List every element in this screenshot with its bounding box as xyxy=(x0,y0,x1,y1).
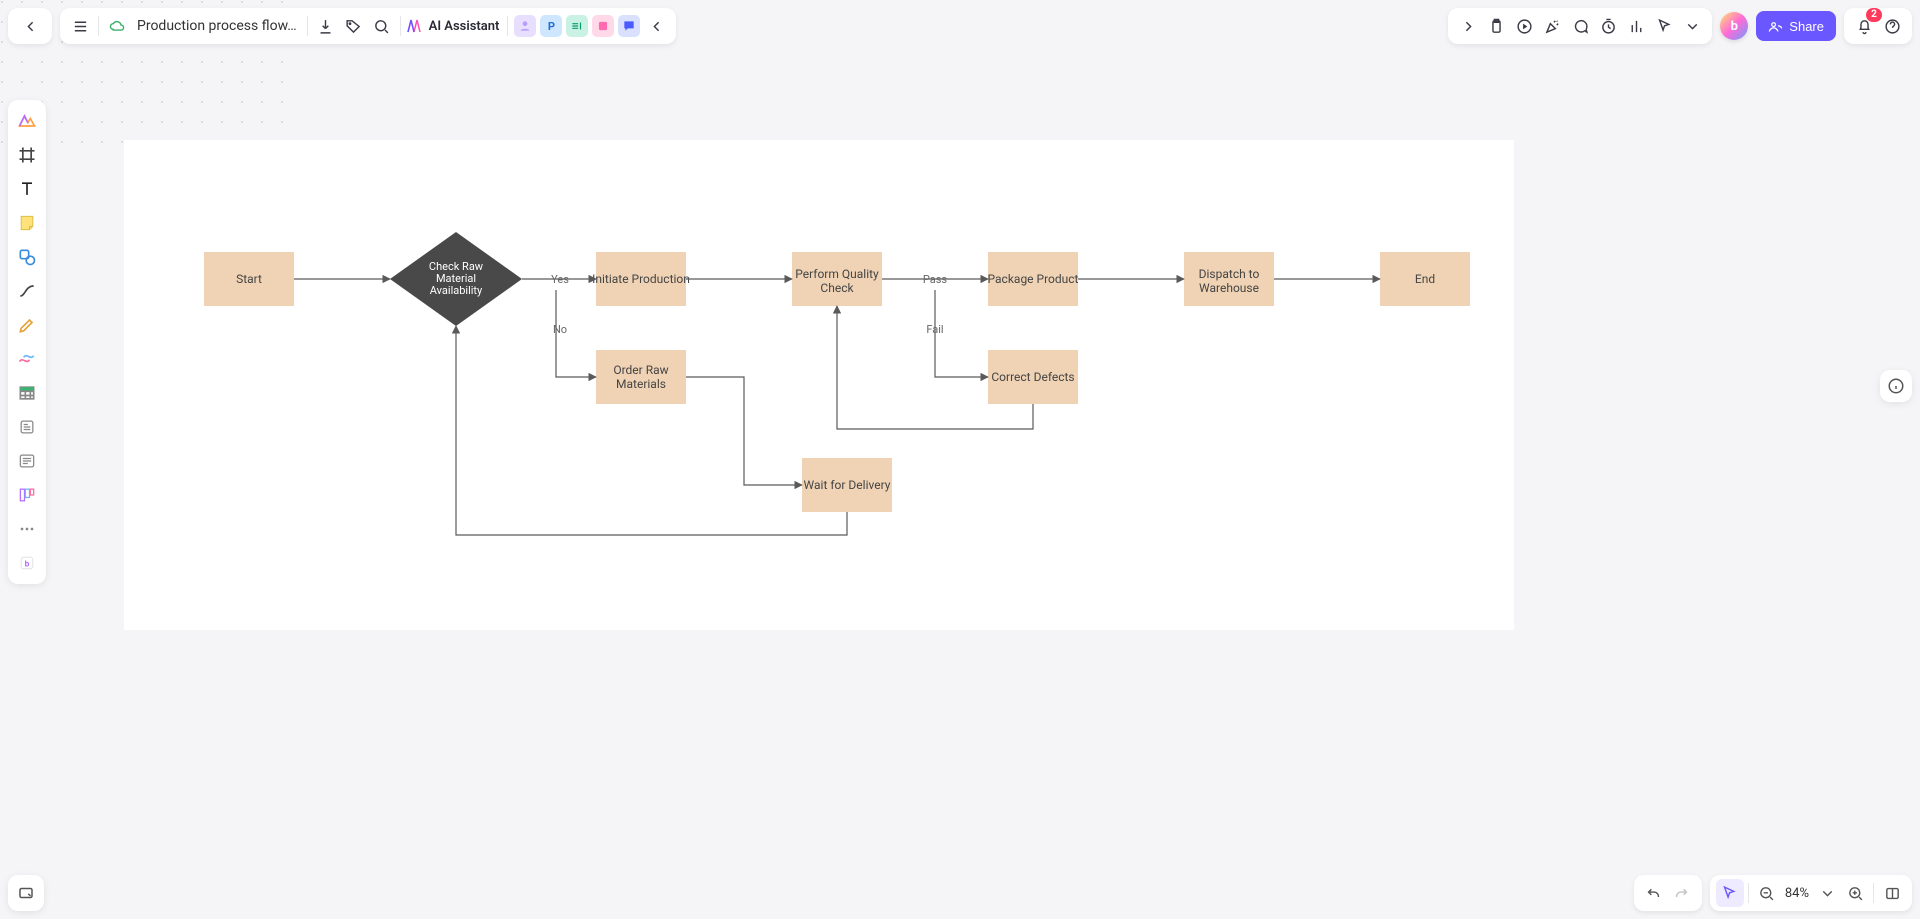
svg-text:Availability: Availability xyxy=(430,284,483,297)
minimap-button[interactable] xyxy=(1878,879,1906,907)
svg-text:End: End xyxy=(1415,272,1435,286)
svg-text:Wait for Delivery: Wait for Delivery xyxy=(804,478,891,492)
redo-button[interactable] xyxy=(1668,879,1696,907)
templates-tool[interactable] xyxy=(12,106,42,136)
download-button[interactable] xyxy=(312,12,340,40)
ai-assistant-label[interactable]: AI Assistant xyxy=(425,19,504,34)
svg-text:Perform Quality: Perform Quality xyxy=(795,267,879,281)
play-button[interactable] xyxy=(1510,12,1538,40)
more-button[interactable] xyxy=(1678,12,1706,40)
cloud-sync-icon[interactable] xyxy=(103,12,131,40)
info-button[interactable] xyxy=(1880,370,1912,402)
edge-label-no: No xyxy=(553,323,567,336)
text-tool[interactable] xyxy=(12,174,42,204)
search-button[interactable] xyxy=(368,12,396,40)
tag-button[interactable] xyxy=(340,12,368,40)
share-button[interactable]: Share xyxy=(1756,11,1836,41)
zoom-in-button[interactable] xyxy=(1841,879,1869,907)
document-title[interactable]: Production process flow… xyxy=(131,18,303,34)
node-check-availability[interactable]: Check Raw Material Availability xyxy=(390,232,522,326)
ai-logo-icon xyxy=(405,17,423,35)
sticky-note-tool[interactable] xyxy=(12,208,42,238)
left-toolbar: b xyxy=(8,100,46,584)
mini-tool-sticky[interactable] xyxy=(592,15,614,37)
node-correct-defects[interactable]: Correct Defects xyxy=(988,350,1078,404)
svg-text:Correct Defects: Correct Defects xyxy=(991,370,1074,384)
mini-tool-p[interactable]: P xyxy=(540,15,562,37)
edge-order-wait[interactable] xyxy=(686,377,802,485)
shape-tool[interactable] xyxy=(12,242,42,272)
svg-text:Dispatch to: Dispatch to xyxy=(1199,267,1260,281)
slides-panel-button[interactable] xyxy=(8,875,44,911)
freehand-tool[interactable] xyxy=(12,344,42,374)
more-tools[interactable] xyxy=(12,514,42,544)
cursor-group-button[interactable] xyxy=(1650,12,1678,40)
timer-button[interactable] xyxy=(1594,12,1622,40)
svg-text:Check: Check xyxy=(820,281,854,295)
clipboard-button[interactable] xyxy=(1482,12,1510,40)
pen-tool[interactable] xyxy=(12,310,42,340)
notification-badge: 2 xyxy=(1866,8,1882,22)
undo-button[interactable] xyxy=(1640,879,1668,907)
edge-label-yes: Yes xyxy=(551,273,569,286)
svg-text:Warehouse: Warehouse xyxy=(1199,281,1259,295)
svg-text:Order Raw: Order Raw xyxy=(613,363,668,377)
share-button-label: Share xyxy=(1789,19,1824,34)
list-tool[interactable] xyxy=(12,446,42,476)
edge-label-pass: Pass xyxy=(923,273,948,286)
node-dispatch-warehouse[interactable]: Dispatch to Warehouse xyxy=(1184,252,1274,306)
node-start[interactable]: Start xyxy=(204,252,294,306)
svg-text:Initiate Production: Initiate Production xyxy=(592,272,690,286)
notifications-button[interactable]: 2 xyxy=(1850,12,1878,40)
menu-button[interactable] xyxy=(66,12,94,40)
mini-tool-element[interactable] xyxy=(566,15,588,37)
confetti-button[interactable] xyxy=(1538,12,1566,40)
back-button[interactable] xyxy=(16,12,44,40)
help-button[interactable] xyxy=(1878,12,1906,40)
node-order-materials[interactable]: Order Raw Materials xyxy=(596,350,686,404)
flowchart-canvas[interactable]: Start Check Raw Material Availability In… xyxy=(124,140,1514,630)
mini-tool-avatar[interactable] xyxy=(514,15,536,37)
select-mode-button[interactable] xyxy=(1716,879,1744,907)
node-end[interactable]: End xyxy=(1380,252,1470,306)
poll-button[interactable] xyxy=(1622,12,1650,40)
svg-text:b: b xyxy=(25,559,30,569)
node-initiate-production[interactable]: Initiate Production xyxy=(592,252,690,306)
kanban-tool[interactable] xyxy=(12,480,42,510)
zoom-level[interactable]: 84% xyxy=(1781,886,1813,901)
expand-right-toolbar[interactable] xyxy=(1454,12,1482,40)
table-tool[interactable] xyxy=(12,378,42,408)
connector-tool[interactable] xyxy=(12,276,42,306)
node-perform-quality[interactable]: Perform Quality Check xyxy=(792,252,882,306)
frame-tool[interactable] xyxy=(12,140,42,170)
svg-text:Start: Start xyxy=(236,272,262,286)
mini-tool-comment[interactable] xyxy=(618,15,640,37)
apps-tool[interactable]: b xyxy=(12,548,42,578)
brand-logo[interactable]: b xyxy=(1720,12,1748,40)
card-tool[interactable] xyxy=(12,412,42,442)
node-package-product[interactable]: Package Product xyxy=(988,252,1079,306)
svg-text:Package Product: Package Product xyxy=(988,272,1079,286)
collapse-toolbar-button[interactable] xyxy=(642,12,670,40)
edge-label-fail: Fail xyxy=(926,323,943,336)
zoom-out-button[interactable] xyxy=(1753,879,1781,907)
comment-button[interactable] xyxy=(1566,12,1594,40)
svg-text:Materials: Materials xyxy=(616,377,666,391)
node-wait-delivery[interactable]: Wait for Delivery xyxy=(802,458,892,512)
zoom-dropdown[interactable] xyxy=(1813,879,1841,907)
